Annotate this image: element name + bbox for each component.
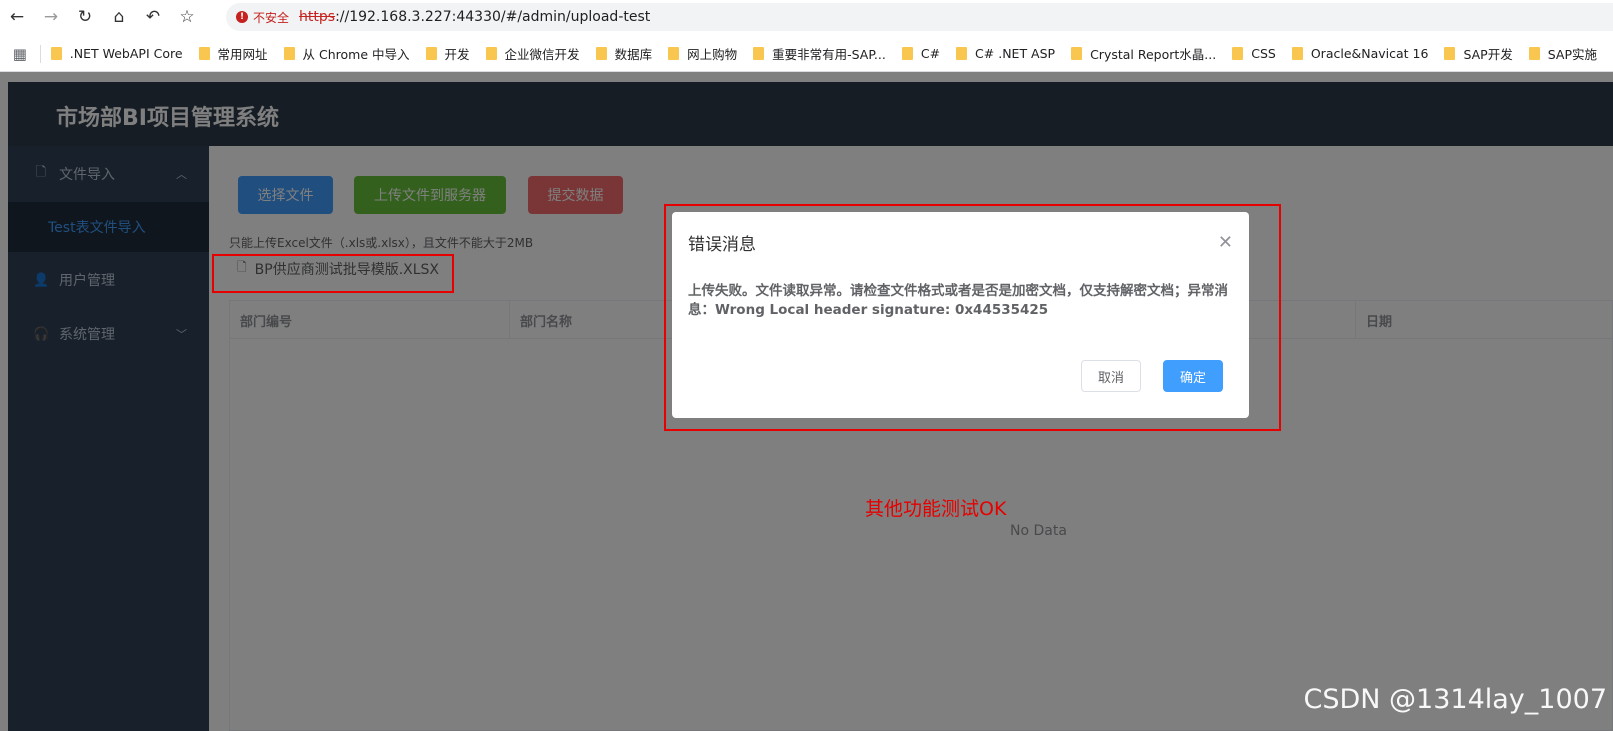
url-path: ://192.168.3.227:44330/#/admin/upload-te… bbox=[335, 9, 651, 25]
annotation-box-file bbox=[212, 254, 454, 293]
confirm-button[interactable]: 确定 bbox=[1163, 360, 1223, 392]
annotation-note: 其他功能测试OK bbox=[865, 498, 1007, 520]
bookmark-label: SAP实施 bbox=[1547, 47, 1597, 62]
bookmark-item[interactable]: 企业微信开发 bbox=[485, 44, 580, 63]
folder-icon bbox=[901, 47, 913, 60]
bookmark-label: 开发 bbox=[444, 47, 470, 62]
bookmark-item[interactable]: 开发 bbox=[425, 44, 470, 63]
url-text: https://192.168.3.227:44330/#/admin/uplo… bbox=[299, 9, 650, 25]
bookmark-item[interactable]: 常用网址 bbox=[198, 44, 268, 63]
security-indicator[interactable]: ! 不安全 bbox=[236, 9, 299, 26]
bookmark-item[interactable]: Oracle&Navicat 16 bbox=[1291, 46, 1429, 61]
forward-icon[interactable]: → bbox=[34, 0, 68, 34]
folder-icon bbox=[425, 47, 437, 60]
error-dialog: 错误消息 ✕ 上传失败。文件读取异常。请检查文件格式或者是否是加密文档，仅支持解… bbox=[672, 212, 1249, 418]
folder-icon bbox=[595, 47, 607, 60]
folder-icon bbox=[1444, 47, 1456, 60]
address-bar[interactable]: ! 不安全 https://192.168.3.227:44330/#/admi… bbox=[226, 3, 1613, 31]
bookmark-item[interactable]: SAP实施 bbox=[1528, 44, 1597, 63]
bookmark-item[interactable]: CSS bbox=[1232, 46, 1276, 61]
bookmark-label: 重要非常有用-SAP... bbox=[772, 47, 886, 62]
reload-icon[interactable]: ↻ bbox=[68, 0, 102, 34]
apps-grid-icon[interactable]: ▦ bbox=[0, 45, 40, 63]
bookmarks-bar: ▦ .NET WebAPI Core 常用网址 从 Chrome 中导入 开发 企业微信… bbox=[0, 36, 1613, 72]
bookmark-item[interactable]: 重要非常有用-SAP... bbox=[753, 44, 886, 63]
folder-icon bbox=[283, 47, 295, 60]
bookmark-label: SAP开发 bbox=[1463, 47, 1513, 62]
bookmark-label: Oracle&Navicat 16 bbox=[1310, 46, 1429, 61]
bookmark-label: Crystal Report水晶... bbox=[1090, 47, 1217, 62]
bookmarks-divider bbox=[39, 44, 41, 63]
bookmark-label: 数据库 bbox=[614, 47, 653, 62]
bookmark-label: CSS bbox=[1251, 46, 1276, 61]
bookmark-item[interactable]: SAP开发 bbox=[1444, 44, 1513, 63]
bookmark-star-icon[interactable]: ☆ bbox=[170, 0, 204, 34]
bookmark-label: C# .NET ASP bbox=[975, 46, 1056, 61]
folder-icon bbox=[753, 47, 765, 60]
undo-icon[interactable]: ↶ bbox=[136, 0, 170, 34]
folder-icon bbox=[1232, 47, 1244, 60]
close-icon[interactable]: ✕ bbox=[1218, 232, 1233, 253]
bookmark-label: .NET WebAPI Core bbox=[69, 46, 183, 61]
bookmark-item[interactable]: 网上购物 bbox=[668, 44, 737, 63]
cancel-button[interactable]: 取消 bbox=[1081, 360, 1141, 392]
dialog-title: 错误消息 bbox=[688, 235, 756, 255]
insecure-label: 不安全 bbox=[253, 10, 290, 25]
home-icon[interactable]: ⌂ bbox=[102, 0, 136, 34]
bookmark-item[interactable]: C# bbox=[901, 46, 941, 61]
bookmark-label: C# bbox=[920, 46, 941, 61]
folder-icon bbox=[1291, 47, 1303, 60]
back-icon[interactable]: ← bbox=[0, 0, 34, 34]
bookmark-label: 从 Chrome 中导入 bbox=[302, 47, 410, 62]
bookmark-item[interactable]: 数据库 bbox=[595, 44, 653, 63]
dialog-message: 上传失败。文件读取异常。请检查文件格式或者是否是加密文档，仅支持解密文档；异常消… bbox=[688, 283, 1228, 318]
folder-icon bbox=[956, 47, 968, 60]
bookmark-list: .NET WebAPI Core 常用网址 从 Chrome 中导入 开发 企业微信开发… bbox=[50, 44, 1613, 63]
bookmark-label: 网上购物 bbox=[687, 47, 738, 62]
browser-toolbar: ← → ↻ ⌂ ↶ ☆ ! 不安全 https://192.168.3.227:… bbox=[0, 0, 1613, 34]
folder-icon bbox=[50, 47, 62, 60]
bookmark-item[interactable]: C# .NET ASP bbox=[956, 46, 1055, 61]
bookmark-item[interactable]: .NET WebAPI Core bbox=[50, 46, 183, 61]
url-scheme: https bbox=[299, 9, 336, 25]
folder-icon bbox=[1071, 47, 1083, 60]
bookmark-item[interactable]: Crystal Report水晶... bbox=[1071, 44, 1216, 63]
csdn-watermark: CSDN @1314lay_1007 bbox=[1303, 684, 1607, 715]
folder-icon bbox=[198, 47, 210, 60]
folder-icon bbox=[485, 47, 497, 60]
folder-icon bbox=[1528, 47, 1540, 60]
bookmark-label: 常用网址 bbox=[217, 47, 268, 62]
bookmark-label: 企业微信开发 bbox=[504, 47, 580, 62]
bookmark-item[interactable]: 从 Chrome 中导入 bbox=[283, 44, 410, 63]
warning-icon: ! bbox=[236, 11, 248, 23]
folder-icon bbox=[668, 47, 680, 60]
